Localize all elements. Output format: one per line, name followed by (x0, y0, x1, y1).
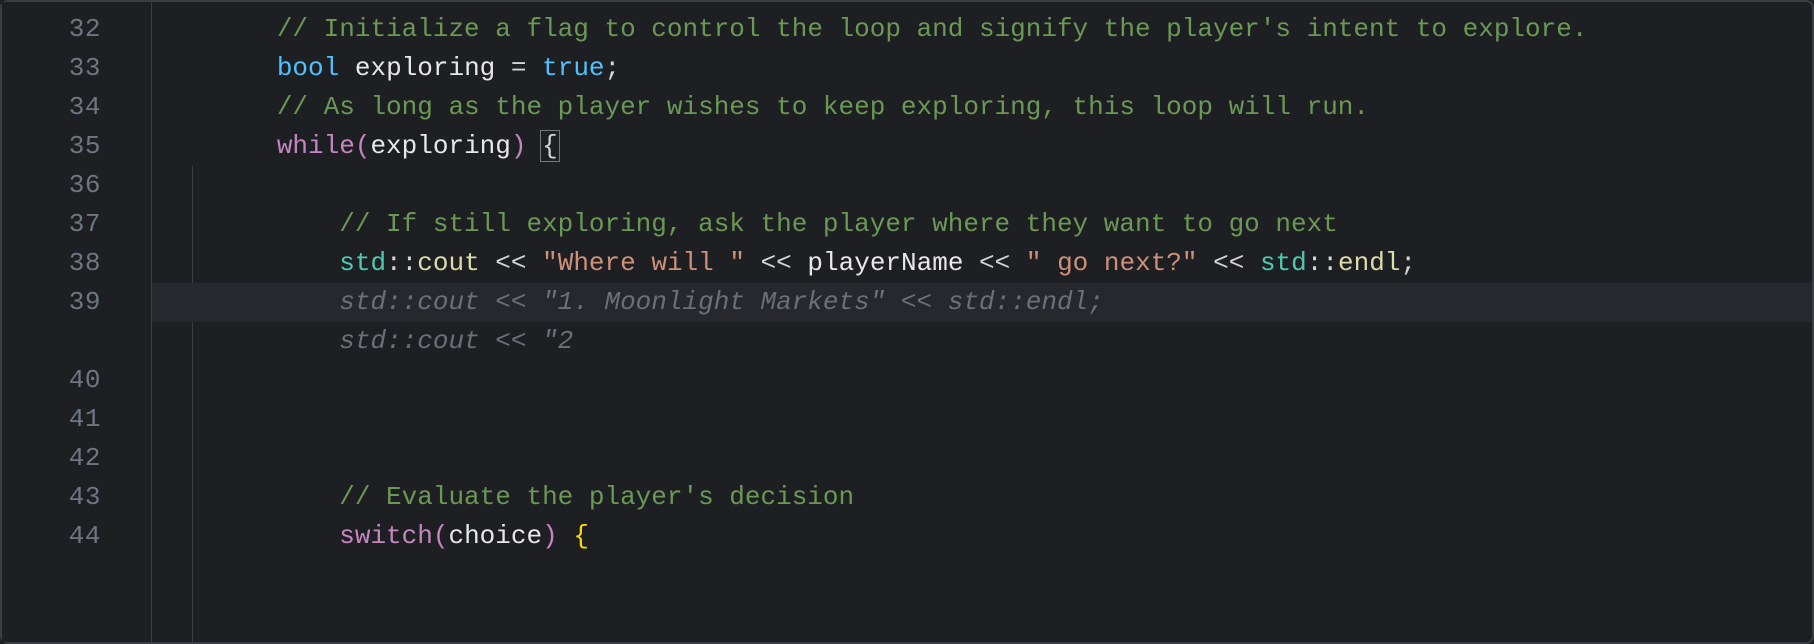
semicolon: ; (1400, 248, 1416, 278)
line-number: 39 (2, 283, 151, 322)
brace-open: { (540, 130, 560, 162)
ghost-suggestion: std::cout << "1. Moonlight Markets" << s… (339, 287, 1104, 317)
code-line[interactable]: // Evaluate the player's decision (152, 478, 1812, 517)
operator-stream: << (761, 248, 792, 278)
comment-text: // As long as the player wishes to keep … (277, 92, 1369, 122)
code-line[interactable] (152, 166, 1812, 205)
paren-open: ( (355, 131, 371, 161)
paren-close: ) (542, 521, 558, 551)
keyword-bool: bool (277, 53, 339, 83)
code-line[interactable] (152, 400, 1812, 439)
line-number: 38 (2, 244, 151, 283)
string-literal: " go next?" (1026, 248, 1198, 278)
operator-stream: << (979, 248, 1010, 278)
indent (152, 14, 277, 44)
code-editor[interactable]: 32 33 34 35 36 37 38 39 40 41 42 43 44 /… (0, 0, 1814, 644)
indent (152, 482, 339, 512)
paren-open: ( (433, 521, 449, 551)
code-line[interactable]: bool exploring = true; (152, 49, 1812, 88)
line-number: 44 (2, 517, 151, 556)
operator-stream: << (1213, 248, 1244, 278)
operator-stream: << (495, 248, 526, 278)
keyword-while: while (277, 131, 355, 161)
line-number: 37 (2, 205, 151, 244)
scope-op: :: (386, 248, 417, 278)
line-number: 40 (2, 361, 151, 400)
ghost-continuation-line[interactable]: std::cout << "2 (152, 322, 1812, 361)
namespace-std: std (339, 248, 386, 278)
identifier: choice (448, 521, 542, 551)
operator-assign: = (511, 53, 527, 83)
line-number-gutter: 32 33 34 35 36 37 38 39 40 41 42 43 44 (2, 2, 152, 642)
code-area[interactable]: // Initialize a flag to control the loop… (152, 2, 1812, 642)
identifier: playerName (807, 248, 963, 278)
line-number (2, 322, 151, 361)
literal-true: true (542, 53, 604, 83)
keyword-switch: switch (339, 521, 433, 551)
string-literal: "Where will " (542, 248, 745, 278)
code-line[interactable]: while(exploring) { (152, 127, 1812, 166)
code-line[interactable]: switch(choice) { (152, 517, 1812, 556)
comment-text: // Evaluate the player's decision (339, 482, 854, 512)
identifier: exploring (355, 53, 495, 83)
scope-op: :: (1307, 248, 1338, 278)
code-line[interactable]: std::cout << "Where will " << playerName… (152, 244, 1812, 283)
line-number: 33 (2, 49, 151, 88)
comment-text: // Initialize a flag to control the loop… (277, 14, 1588, 44)
code-line[interactable]: // If still exploring, ask the player wh… (152, 205, 1812, 244)
comment-text: // If still exploring, ask the player wh… (339, 209, 1338, 239)
indent (152, 209, 339, 239)
semicolon: ; (605, 53, 621, 83)
code-line[interactable]: // Initialize a flag to control the loop… (152, 10, 1812, 49)
line-number: 41 (2, 400, 151, 439)
indent (152, 521, 339, 551)
line-number: 42 (2, 439, 151, 478)
indent (152, 326, 339, 356)
line-number: 34 (2, 88, 151, 127)
line-number: 43 (2, 478, 151, 517)
paren-close: ) (511, 131, 527, 161)
identifier: exploring (370, 131, 510, 161)
indent (152, 131, 277, 161)
code-line[interactable] (152, 439, 1812, 478)
indent (152, 92, 277, 122)
brace-open: { (573, 521, 589, 551)
code-line[interactable] (152, 361, 1812, 400)
indent (152, 287, 339, 317)
code-line-active[interactable]: std::cout << "1. Moonlight Markets" << s… (152, 283, 1812, 322)
line-number: 32 (2, 10, 151, 49)
identifier-cout: cout (417, 248, 479, 278)
ghost-suggestion: std::cout << "2 (339, 326, 573, 356)
line-number: 35 (2, 127, 151, 166)
indent (152, 248, 339, 278)
namespace-std: std (1260, 248, 1307, 278)
indent (152, 53, 277, 83)
code-line[interactable]: // As long as the player wishes to keep … (152, 88, 1812, 127)
line-number: 36 (2, 166, 151, 205)
identifier-endl: endl (1338, 248, 1400, 278)
